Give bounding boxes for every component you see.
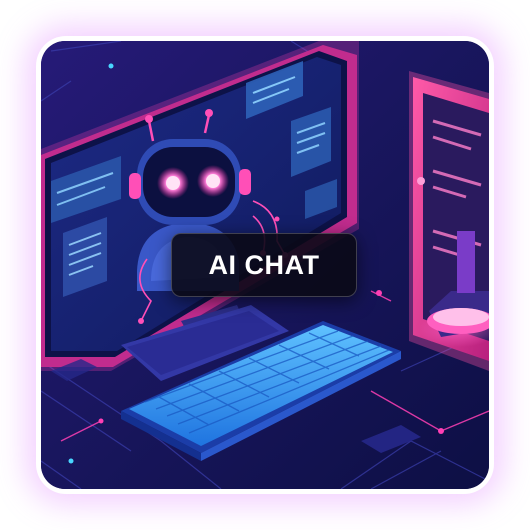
- ai-chat-card[interactable]: AI CHAT: [41, 41, 489, 489]
- ai-chat-badge[interactable]: AI CHAT: [171, 233, 357, 297]
- badge-label: AI CHAT: [208, 249, 320, 280]
- app-tile: AI CHAT: [0, 0, 530, 530]
